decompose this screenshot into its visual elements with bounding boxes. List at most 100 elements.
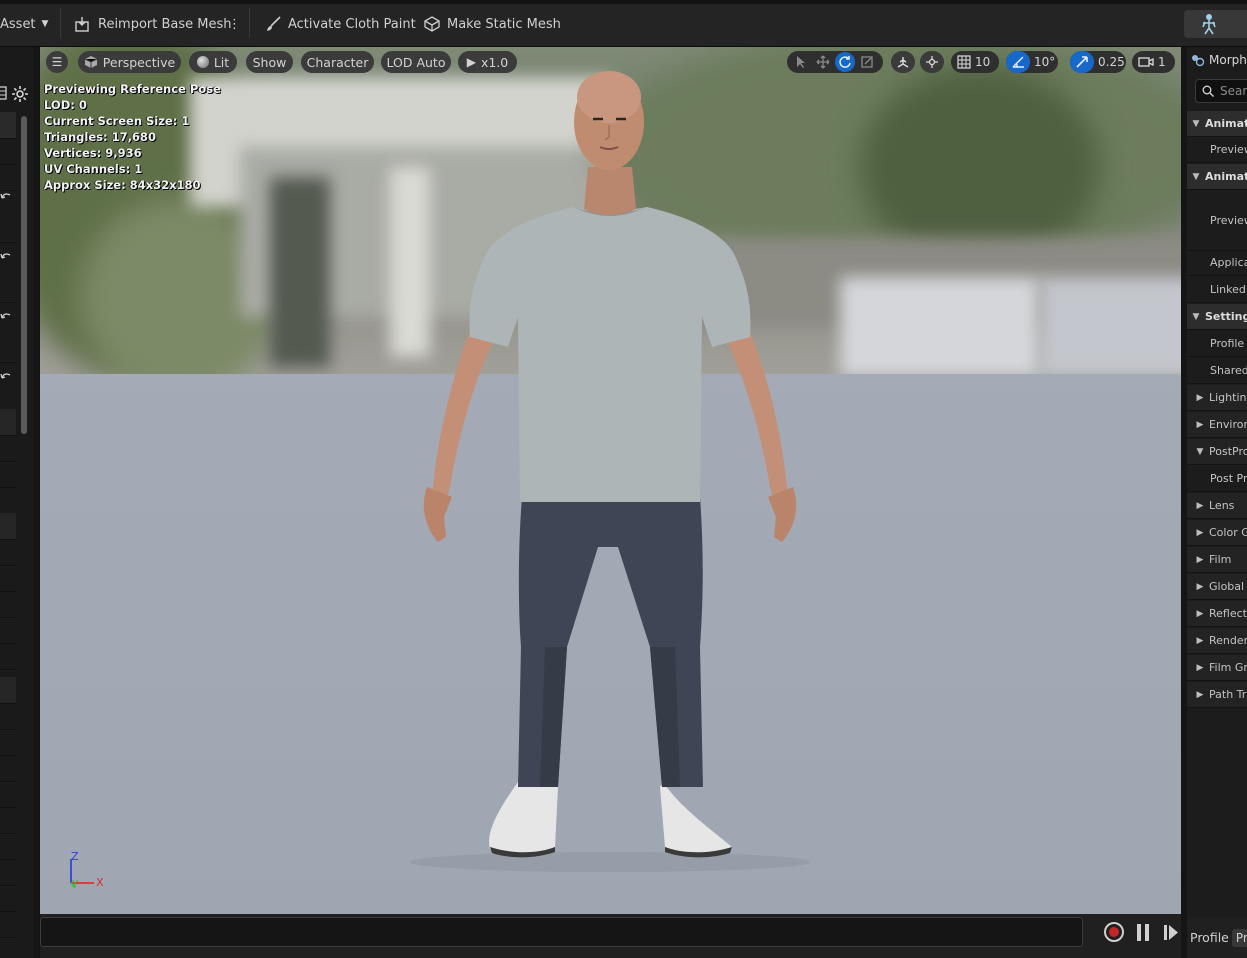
subcategory-label: Lens [1209, 499, 1235, 512]
reset-icon[interactable] [0, 371, 12, 385]
subcategory-row[interactable]: ▶ Lens [1187, 493, 1247, 519]
chevron-down-icon: ▼ [1192, 311, 1200, 322]
reimport-icon [75, 17, 89, 32]
chevron-right-icon: ▶ [1196, 554, 1204, 565]
morph-tab[interactable]: Morph [1187, 47, 1247, 73]
subcategory-row[interactable]: ▼ PostPro [1187, 439, 1247, 465]
property-row[interactable]: Linked [1187, 277, 1247, 303]
reset-icon[interactable] [0, 191, 12, 205]
skeleton-mode-button[interactable] [1184, 10, 1247, 38]
paint-brush-icon [267, 16, 281, 31]
activate-cloth-paint-button[interactable]: Activate Cloth Paint [264, 14, 416, 34]
search-icon [1202, 85, 1214, 97]
property-row[interactable]: Post Pr [1187, 466, 1247, 492]
subcategory-label: Global I [1209, 580, 1247, 593]
subcategory-row[interactable]: ▶ Path Tr [1187, 682, 1247, 708]
axis-z-label: Z [71, 850, 79, 863]
category-settings[interactable]: ▼ Setting [1187, 304, 1247, 330]
subcategory-label: Film Gr [1209, 661, 1247, 674]
axis-x-label: X [96, 876, 104, 889]
property-label: Profile [1210, 337, 1245, 350]
subcategory-label: PostPro [1209, 445, 1247, 458]
profile-dropdown[interactable]: Pr [1231, 928, 1247, 947]
asset-menu-label: Asset [0, 16, 36, 32]
search-placeholder: Sear [1220, 84, 1247, 98]
property-row[interactable]: Preview [1187, 190, 1247, 251]
reset-icon[interactable] [0, 311, 12, 325]
subcategory-row[interactable]: ▶ Render [1187, 628, 1247, 654]
chevron-down-icon: ▼ [1196, 446, 1204, 457]
details-panel: Morph Sear ▼ Animat Preview ▼ Animat Previ… [1187, 47, 1247, 958]
character-model[interactable] [40, 47, 1181, 914]
subcategory-label: Film [1209, 553, 1232, 566]
subcategory-row[interactable]: ▶ Lighting [1187, 385, 1247, 411]
chevron-right-icon: ▶ [1196, 608, 1204, 619]
subcategory-label: Reflect [1209, 607, 1247, 620]
settings-icon[interactable] [11, 85, 29, 103]
chevron-right-icon: ▶ [1196, 581, 1204, 592]
cloth-paint-label: Activate Cloth Paint [288, 16, 416, 32]
axis-gizmo [70, 859, 94, 889]
step-forward-icon [1164, 925, 1178, 940]
subcategory-row[interactable]: ▶ Environ [1187, 412, 1247, 438]
chevron-down-icon: ▼ [1192, 118, 1200, 129]
category-animation[interactable]: ▼ Animat [1187, 164, 1247, 190]
property-label: Preview [1210, 213, 1247, 227]
subcategory-label: Color G [1209, 526, 1247, 539]
record-button[interactable] [1104, 922, 1124, 942]
property-label: Preview [1210, 143, 1247, 156]
reset-icon[interactable] [0, 251, 12, 265]
asset-menu[interactable]: Asset ▼ [0, 14, 48, 34]
property-row[interactable]: Applica [1187, 250, 1247, 276]
category-animation[interactable]: ▼ Animat [1187, 111, 1247, 137]
property-row[interactable]: Profile [1187, 331, 1247, 357]
morph-target-icon [1192, 55, 1205, 67]
subcategory-label: Environ [1209, 418, 1247, 431]
skeleton-icon [1202, 14, 1216, 35]
property-label: Linked [1210, 283, 1246, 296]
profile-label: Profile [1190, 930, 1229, 945]
chevron-right-icon: ▶ [1196, 662, 1204, 673]
more-options-icon[interactable]: ⋮ [228, 14, 241, 34]
property-row[interactable]: Shared [1187, 358, 1247, 384]
subcategory-label: Path Tr [1209, 688, 1247, 701]
morph-tab-label: Morph [1209, 53, 1247, 67]
make-static-mesh-button[interactable]: Make Static Mesh [423, 14, 561, 34]
chevron-down-icon: ▼ [41, 19, 49, 29]
property-row[interactable]: Preview [1187, 137, 1247, 163]
subcategory-row[interactable]: ▶ Color G [1187, 520, 1247, 546]
chevron-right-icon: ▶ [1196, 419, 1204, 430]
left-panel [0, 47, 34, 958]
chevron-right-icon: ▶ [1196, 527, 1204, 538]
main-toolbar: Asset ▼ Reimport Base Mesh ⋮ Activate Cl… [0, 0, 1247, 47]
category-label: Setting [1205, 310, 1247, 323]
subcategory-label: Render [1209, 634, 1247, 647]
subcategory-label: Lighting [1209, 391, 1247, 404]
pause-button[interactable] [1137, 924, 1149, 941]
subcategory-row[interactable]: ▶ Reflect [1187, 601, 1247, 627]
category-label: Animat [1205, 170, 1247, 183]
subcategory-row[interactable]: ▶ Global I [1187, 574, 1247, 600]
profile-bar: Profile Pr [1187, 917, 1247, 958]
chevron-right-icon: ▶ [1196, 689, 1204, 700]
search-input[interactable]: Sear [1195, 79, 1247, 103]
subcategory-row[interactable]: ▶ Film [1187, 547, 1247, 573]
grid-icon[interactable] [0, 86, 7, 100]
pause-icon [1137, 924, 1141, 941]
left-panel-scrollbar[interactable] [21, 116, 27, 434]
property-label: Shared [1210, 364, 1247, 377]
subcategory-row[interactable]: ▶ Film Gr [1187, 655, 1247, 681]
property-label: Post Pr [1210, 472, 1247, 485]
record-icon [1109, 927, 1119, 937]
chevron-right-icon: ▶ [1196, 392, 1204, 403]
static-mesh-label: Make Static Mesh [447, 16, 561, 32]
category-label: Animat [1205, 117, 1247, 130]
command-input[interactable] [40, 917, 1083, 947]
chevron-down-icon: ▼ [1192, 171, 1200, 182]
step-forward-button[interactable] [1163, 924, 1179, 941]
static-mesh-icon [424, 16, 440, 32]
property-label: Applica [1210, 256, 1247, 269]
chevron-right-icon: ▶ [1196, 500, 1204, 511]
viewport[interactable]: ☰ Perspective Lit Show Character LOD Aut… [40, 47, 1181, 914]
reimport-base-mesh-button[interactable]: Reimport Base Mesh [74, 14, 232, 34]
